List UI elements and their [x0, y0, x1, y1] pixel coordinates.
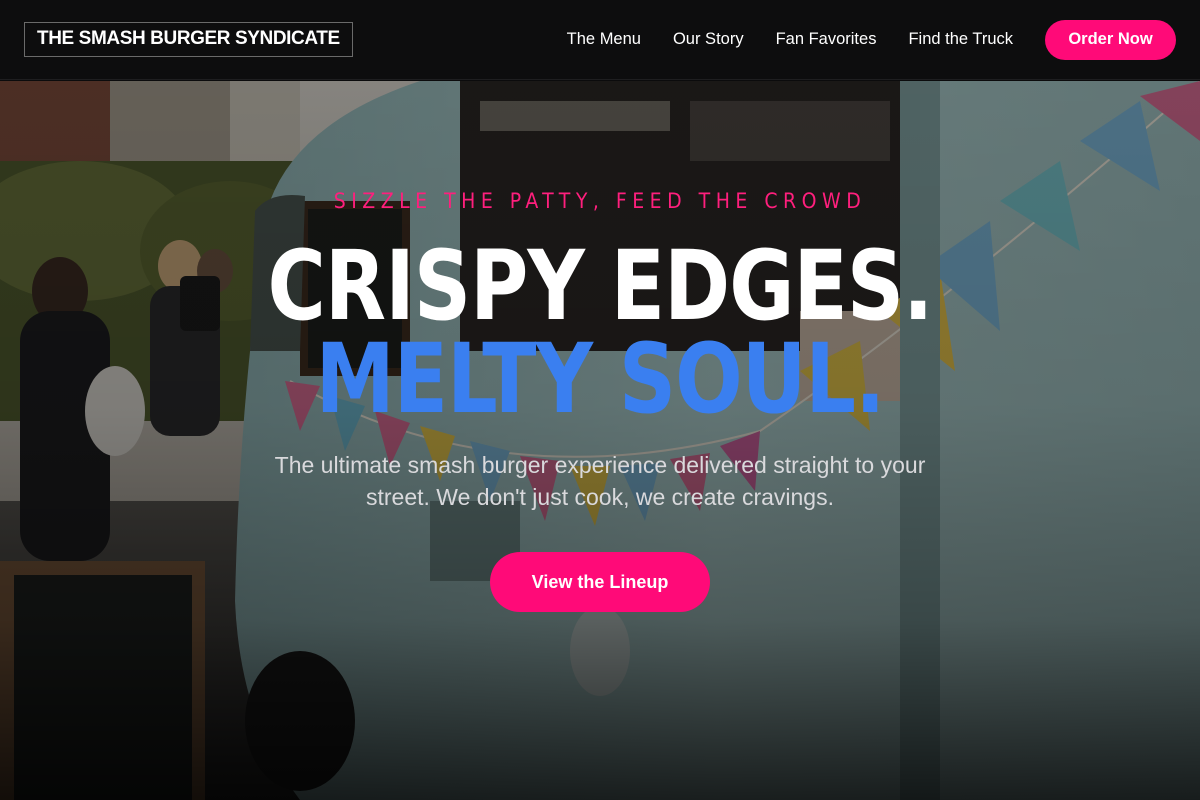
hero-tagline: SIZZLE THE PATTY, FEED THE CROWD [333, 189, 867, 213]
headline-line-1: CRISPY EDGES. [267, 230, 934, 342]
nav-link-find-truck[interactable]: Find the Truck [908, 30, 1013, 49]
hero-description: The ultimate smash burger experience del… [274, 452, 926, 510]
brand-logo[interactable]: THE SMASH BURGER SYNDICATE [24, 22, 353, 57]
main-nav: The Menu Our Story Fan Favorites Find th… [567, 19, 1176, 60]
nav-link-our-story[interactable]: Our Story [673, 30, 744, 49]
nav-link-menu[interactable]: The Menu [567, 30, 641, 49]
view-lineup-button[interactable]: View the Lineup [490, 552, 710, 612]
nav-link-fan-favorites[interactable]: Fan Favorites [776, 30, 877, 49]
hero-section: SIZZLE THE PATTY, FEED THE CROWD CRISPY … [0, 81, 1200, 800]
headline-line-2: MELTY SOUL. [315, 323, 886, 435]
site-header: THE SMASH BURGER SYNDICATE The Menu Our … [0, 0, 1200, 80]
order-now-button[interactable]: Order Now [1045, 19, 1176, 60]
